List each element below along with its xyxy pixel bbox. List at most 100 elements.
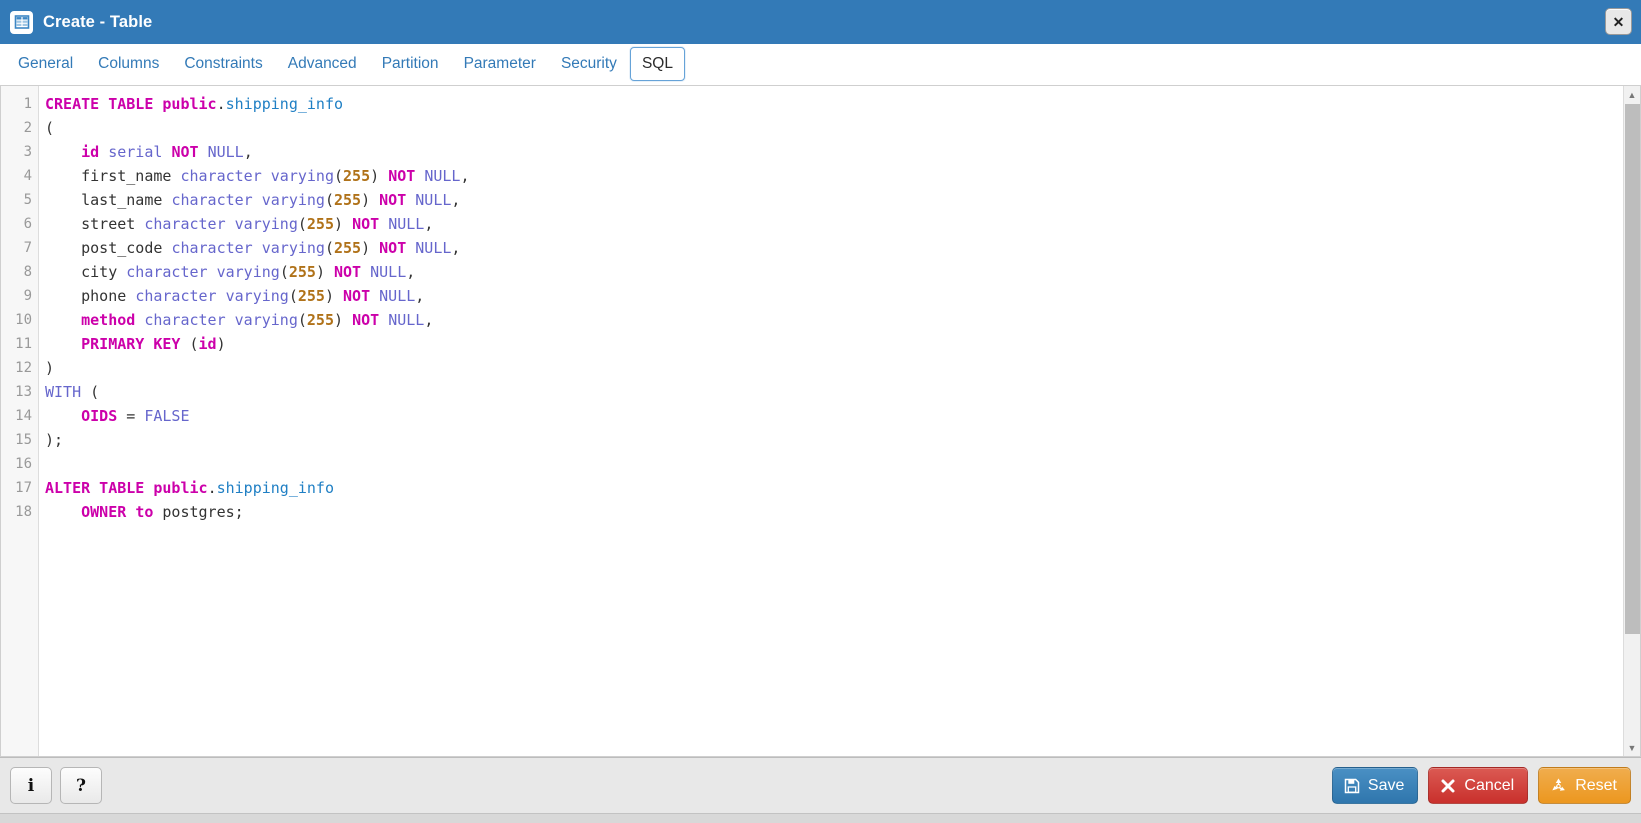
code-token: ); xyxy=(45,431,64,449)
code-token: method xyxy=(81,311,136,329)
code-token: , xyxy=(424,311,434,329)
code-token: 255 xyxy=(334,239,362,257)
code-token: = xyxy=(117,407,145,425)
code-line: OWNER to postgres; xyxy=(45,500,1623,524)
reset-button-label: Reset xyxy=(1575,776,1617,794)
code-token: NULL xyxy=(415,239,452,257)
code-token: NOT xyxy=(171,143,199,161)
code-token: ) xyxy=(361,239,380,257)
code-token: , xyxy=(415,287,425,305)
code-token: shipping_info xyxy=(216,479,334,497)
tab-advanced[interactable]: Advanced xyxy=(276,47,369,80)
code-token: NOT xyxy=(388,167,416,185)
cancel-button[interactable]: Cancel xyxy=(1428,767,1529,804)
line-number: 16 xyxy=(15,456,32,472)
info-icon: i xyxy=(27,775,35,796)
code-line: OIDS = FALSE xyxy=(45,404,1623,428)
help-button[interactable]: ? xyxy=(60,767,102,804)
code-token: city xyxy=(45,263,127,281)
code-token: 255 xyxy=(288,263,316,281)
code-token: shipping_info xyxy=(225,95,344,113)
code-token: 255 xyxy=(297,287,325,305)
code-token: ) xyxy=(361,191,380,209)
tab-bar: General Columns Constraints Advanced Par… xyxy=(0,44,1641,85)
line-number: 4 xyxy=(23,168,32,184)
window-title: Create - Table xyxy=(43,12,153,31)
tab-constraints[interactable]: Constraints xyxy=(172,47,274,80)
tab-security[interactable]: Security xyxy=(549,47,629,80)
code-line: phone character varying(255) NOT NULL, xyxy=(45,284,1623,308)
code-token: PRIMARY KEY xyxy=(81,335,181,353)
code-token: character varying xyxy=(135,287,289,305)
help-icon: ? xyxy=(76,775,86,796)
code-token: ) xyxy=(334,311,353,329)
code-line: method character varying(255) NOT NULL, xyxy=(45,308,1623,332)
code-token: OIDS xyxy=(81,407,118,425)
line-number: 12 xyxy=(15,360,32,376)
code-token: ( xyxy=(45,119,55,137)
code-line: ( xyxy=(45,116,1623,140)
code-token: NULL xyxy=(388,215,425,233)
code-token: character varying xyxy=(171,191,325,209)
code-token: street xyxy=(45,215,145,233)
code-token: ) xyxy=(370,167,389,185)
reset-button[interactable]: Reset xyxy=(1538,767,1631,804)
code-token: NULL xyxy=(388,311,425,329)
code-token: , xyxy=(424,215,434,233)
code-token: character varying xyxy=(180,167,334,185)
tab-partition[interactable]: Partition xyxy=(370,47,451,80)
code-token: ) xyxy=(315,263,334,281)
line-number: 3 xyxy=(23,144,32,160)
code-token: ) xyxy=(45,359,55,377)
code-token: CREATE TABLE xyxy=(45,95,163,113)
scroll-down-arrow[interactable]: ▼ xyxy=(1623,739,1640,756)
scrollbar-thumb[interactable] xyxy=(1625,104,1640,634)
code-token: NULL xyxy=(424,167,461,185)
code-token: id xyxy=(81,143,100,161)
code-token: NOT xyxy=(343,287,371,305)
code-token: post_code xyxy=(45,239,172,257)
code-line: id serial NOT NULL, xyxy=(45,140,1623,164)
code-token: NULL xyxy=(379,287,416,305)
tab-columns[interactable]: Columns xyxy=(86,47,171,80)
create-table-dialog: Create - Table ✕ General Columns Constra… xyxy=(0,0,1641,823)
code-token: . xyxy=(207,479,217,497)
sql-editor-panel: 1 2 3 4 5 6 7 8 9 10 11 12 13 14 15 16 17 18 CREATE TABLE… xyxy=(0,85,1641,757)
code-token: postgres; xyxy=(153,503,244,521)
sql-code-content[interactable]: CREATE TABLE public.shipping_info( id se… xyxy=(39,86,1623,756)
save-button[interactable]: Save xyxy=(1331,767,1419,804)
code-token: NULL xyxy=(370,263,407,281)
vertical-scrollbar[interactable]: ▲ ▼ xyxy=(1623,86,1640,756)
tab-parameter[interactable]: Parameter xyxy=(452,47,548,80)
code-token: 255 xyxy=(343,167,371,185)
code-token: phone xyxy=(45,287,136,305)
sql-editor[interactable]: 1 2 3 4 5 6 7 8 9 10 11 12 13 14 15 16 17 18 CREATE TABLE… xyxy=(1,86,1623,756)
code-token: NULL xyxy=(415,191,452,209)
tab-general[interactable]: General xyxy=(6,47,85,80)
code-token: public xyxy=(162,95,217,113)
code-line: WITH ( xyxy=(45,380,1623,404)
line-number: 2 xyxy=(23,120,32,136)
code-line: last_name character varying(255) NOT NUL… xyxy=(45,188,1623,212)
info-button[interactable]: i xyxy=(10,767,52,804)
line-number: 7 xyxy=(23,240,32,256)
tab-sql[interactable]: SQL xyxy=(629,47,685,81)
scroll-up-arrow[interactable]: ▲ xyxy=(1623,86,1640,103)
close-button[interactable]: ✕ xyxy=(1605,8,1632,35)
code-token: character varying xyxy=(144,311,298,329)
code-token: NOT xyxy=(334,263,362,281)
line-number: 17 xyxy=(15,480,32,496)
code-token: ALTER TABLE xyxy=(45,479,154,497)
line-number: 6 xyxy=(23,216,32,232)
close-icon: ✕ xyxy=(1612,13,1625,30)
code-line: ) xyxy=(45,356,1623,380)
code-token: ( xyxy=(334,167,344,185)
code-token: serial xyxy=(108,143,163,161)
save-button-label: Save xyxy=(1367,776,1405,794)
